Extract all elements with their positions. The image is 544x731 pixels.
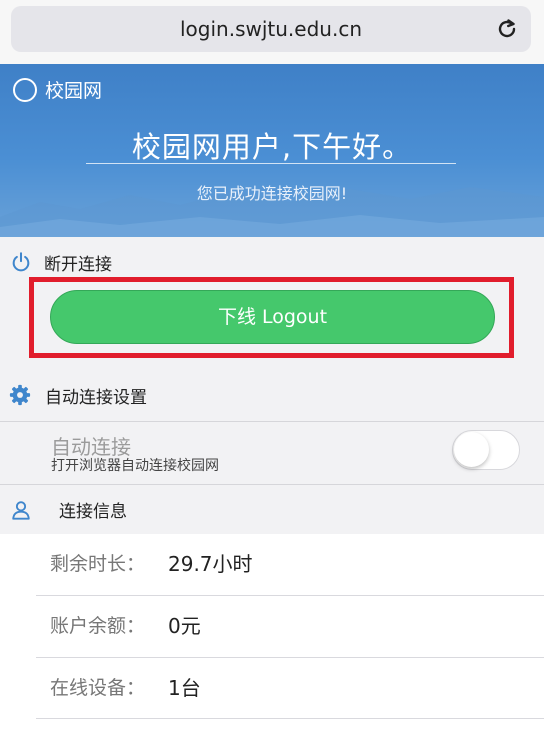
power-icon [8, 249, 34, 275]
list-item-balance: 账户余额： 0元 [0, 596, 544, 657]
reload-icon[interactable] [495, 17, 519, 41]
auto-connect-section-title: 自动连接设置 [45, 387, 147, 408]
greeting-title: 校园网用户,下午好。 [131, 130, 413, 164]
connection-info-section-header: 连接信息 [0, 485, 544, 534]
gear-icon [7, 382, 33, 408]
list-item-remaining-time: 剩余时长： 29.7小时 [0, 534, 544, 595]
balance-value: 0元 [168, 614, 201, 638]
user-icon [8, 497, 34, 523]
logout-button[interactable]: 下线 Logout [50, 290, 495, 344]
logo-icon [13, 77, 37, 102]
auto-connect-toggle[interactable] [452, 430, 520, 470]
auto-connect-section-header: 自动连接设置 [0, 368, 544, 422]
disconnect-section-title: 断开连接 [44, 254, 112, 275]
address-bar[interactable]: login.swjtu.edu.cn [11, 6, 531, 52]
disconnect-section-header: 断开连接 [0, 248, 544, 276]
online-devices-value: 1台 [168, 676, 201, 700]
toggle-knob [454, 432, 489, 467]
balance-label: 账户余额： [50, 615, 146, 637]
brand: 校园网 [13, 76, 102, 103]
connection-status-text: 您已成功连接校园网! [196, 184, 348, 203]
browser-toolbar: login.swjtu.edu.cn [0, 0, 544, 64]
connection-info-list: 剩余时长： 29.7小时 账户余额： 0元 在线设备： 1台 [0, 534, 544, 731]
url-text[interactable]: login.swjtu.edu.cn [11, 6, 531, 52]
row-divider [36, 718, 544, 719]
online-devices-label: 在线设备： [50, 677, 146, 699]
connection-info-title: 连接信息 [59, 502, 127, 522]
brand-name: 校园网 [45, 80, 103, 102]
remaining-time-value: 29.7小时 [168, 552, 253, 576]
list-item-online-devices: 在线设备： 1台 [0, 658, 544, 719]
auto-connect-description: 打开浏览器自动连接校园网 [51, 458, 219, 474]
hero-banner: 校园网 校园网用户,下午好。 您已成功连接校园网! [0, 64, 544, 237]
remaining-time-label: 剩余时长： [50, 553, 146, 575]
greeting-divider [86, 163, 456, 164]
